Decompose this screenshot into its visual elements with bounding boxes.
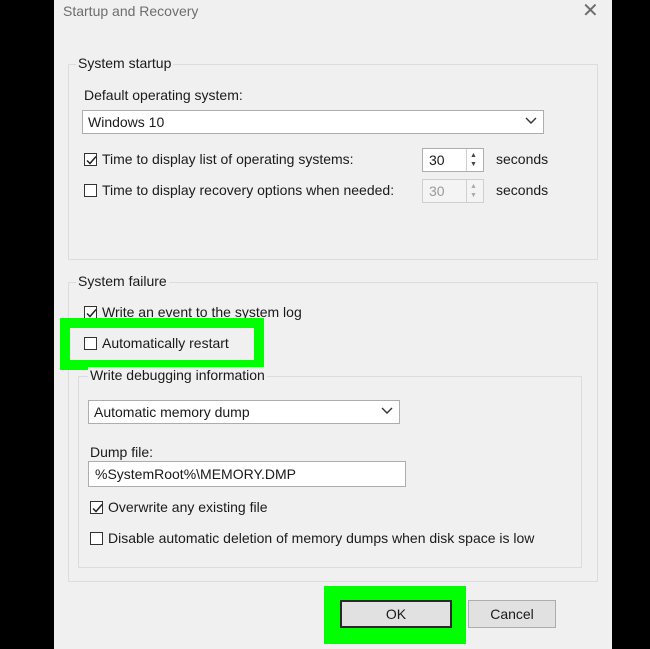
disable-auto-delete-checkbox[interactable] <box>90 532 103 545</box>
check-mark-icon <box>92 504 103 513</box>
system-failure-label: System failure <box>76 273 169 289</box>
display-recovery-spinner[interactable]: 30 ▲ ▼ <box>422 179 484 203</box>
default-os-label: Default operating system: <box>84 87 243 103</box>
window-title: Startup and Recovery <box>63 3 199 19</box>
close-icon[interactable]: ✕ <box>582 0 599 22</box>
spin-down-icon[interactable]: ▼ <box>470 161 477 169</box>
dump-file-value: %SystemRoot%\MEMORY.DMP <box>95 466 296 482</box>
display-recovery-label: Time to display recovery options when ne… <box>102 182 395 198</box>
display-list-value: 30 <box>429 152 445 168</box>
display-recovery-unit: seconds <box>496 182 549 198</box>
title-bar: Startup and Recovery ✕ <box>54 0 612 28</box>
cancel-button[interactable]: Cancel <box>468 600 556 628</box>
debug-info-label: Write debugging information <box>88 367 267 383</box>
startup-recovery-dialog: Startup and Recovery ✕ System startup De… <box>54 0 612 649</box>
display-list-unit: seconds <box>496 151 549 167</box>
ok-button[interactable]: OK <box>340 600 452 628</box>
default-os-value: Windows 10 <box>88 114 165 130</box>
auto-restart-label: Automatically restart <box>102 335 229 351</box>
disable-auto-delete-label: Disable automatic deletion of memory dum… <box>108 530 535 546</box>
check-mark-icon <box>86 156 97 165</box>
spin-up-icon[interactable]: ▲ <box>470 152 477 160</box>
display-list-spinner[interactable]: 30 ▲ ▼ <box>422 148 484 172</box>
system-startup-label: System startup <box>76 55 174 71</box>
overwrite-label: Overwrite any existing file <box>108 499 268 515</box>
display-list-checkbox[interactable] <box>84 153 97 166</box>
dump-type-select[interactable]: Automatic memory dump <box>88 400 400 424</box>
auto-restart-checkbox[interactable] <box>84 337 97 350</box>
dump-file-input[interactable]: %SystemRoot%\MEMORY.DMP <box>88 461 406 487</box>
default-os-select[interactable]: Windows 10 <box>82 110 544 134</box>
overwrite-checkbox[interactable] <box>90 501 103 514</box>
display-recovery-checkbox[interactable] <box>84 184 97 197</box>
display-list-label: Time to display list of operating system… <box>102 151 354 167</box>
spinner-arrows[interactable]: ▲ ▼ <box>466 149 483 171</box>
chevron-down-icon <box>381 407 393 414</box>
dump-file-label: Dump file: <box>90 444 154 460</box>
chevron-down-icon <box>525 117 537 124</box>
dump-type-value: Automatic memory dump <box>94 404 250 420</box>
display-recovery-value: 30 <box>429 183 445 199</box>
spin-up-icon[interactable]: ▲ <box>470 183 477 191</box>
spinner-arrows[interactable]: ▲ ▼ <box>466 180 483 202</box>
spin-down-icon[interactable]: ▼ <box>470 192 477 200</box>
